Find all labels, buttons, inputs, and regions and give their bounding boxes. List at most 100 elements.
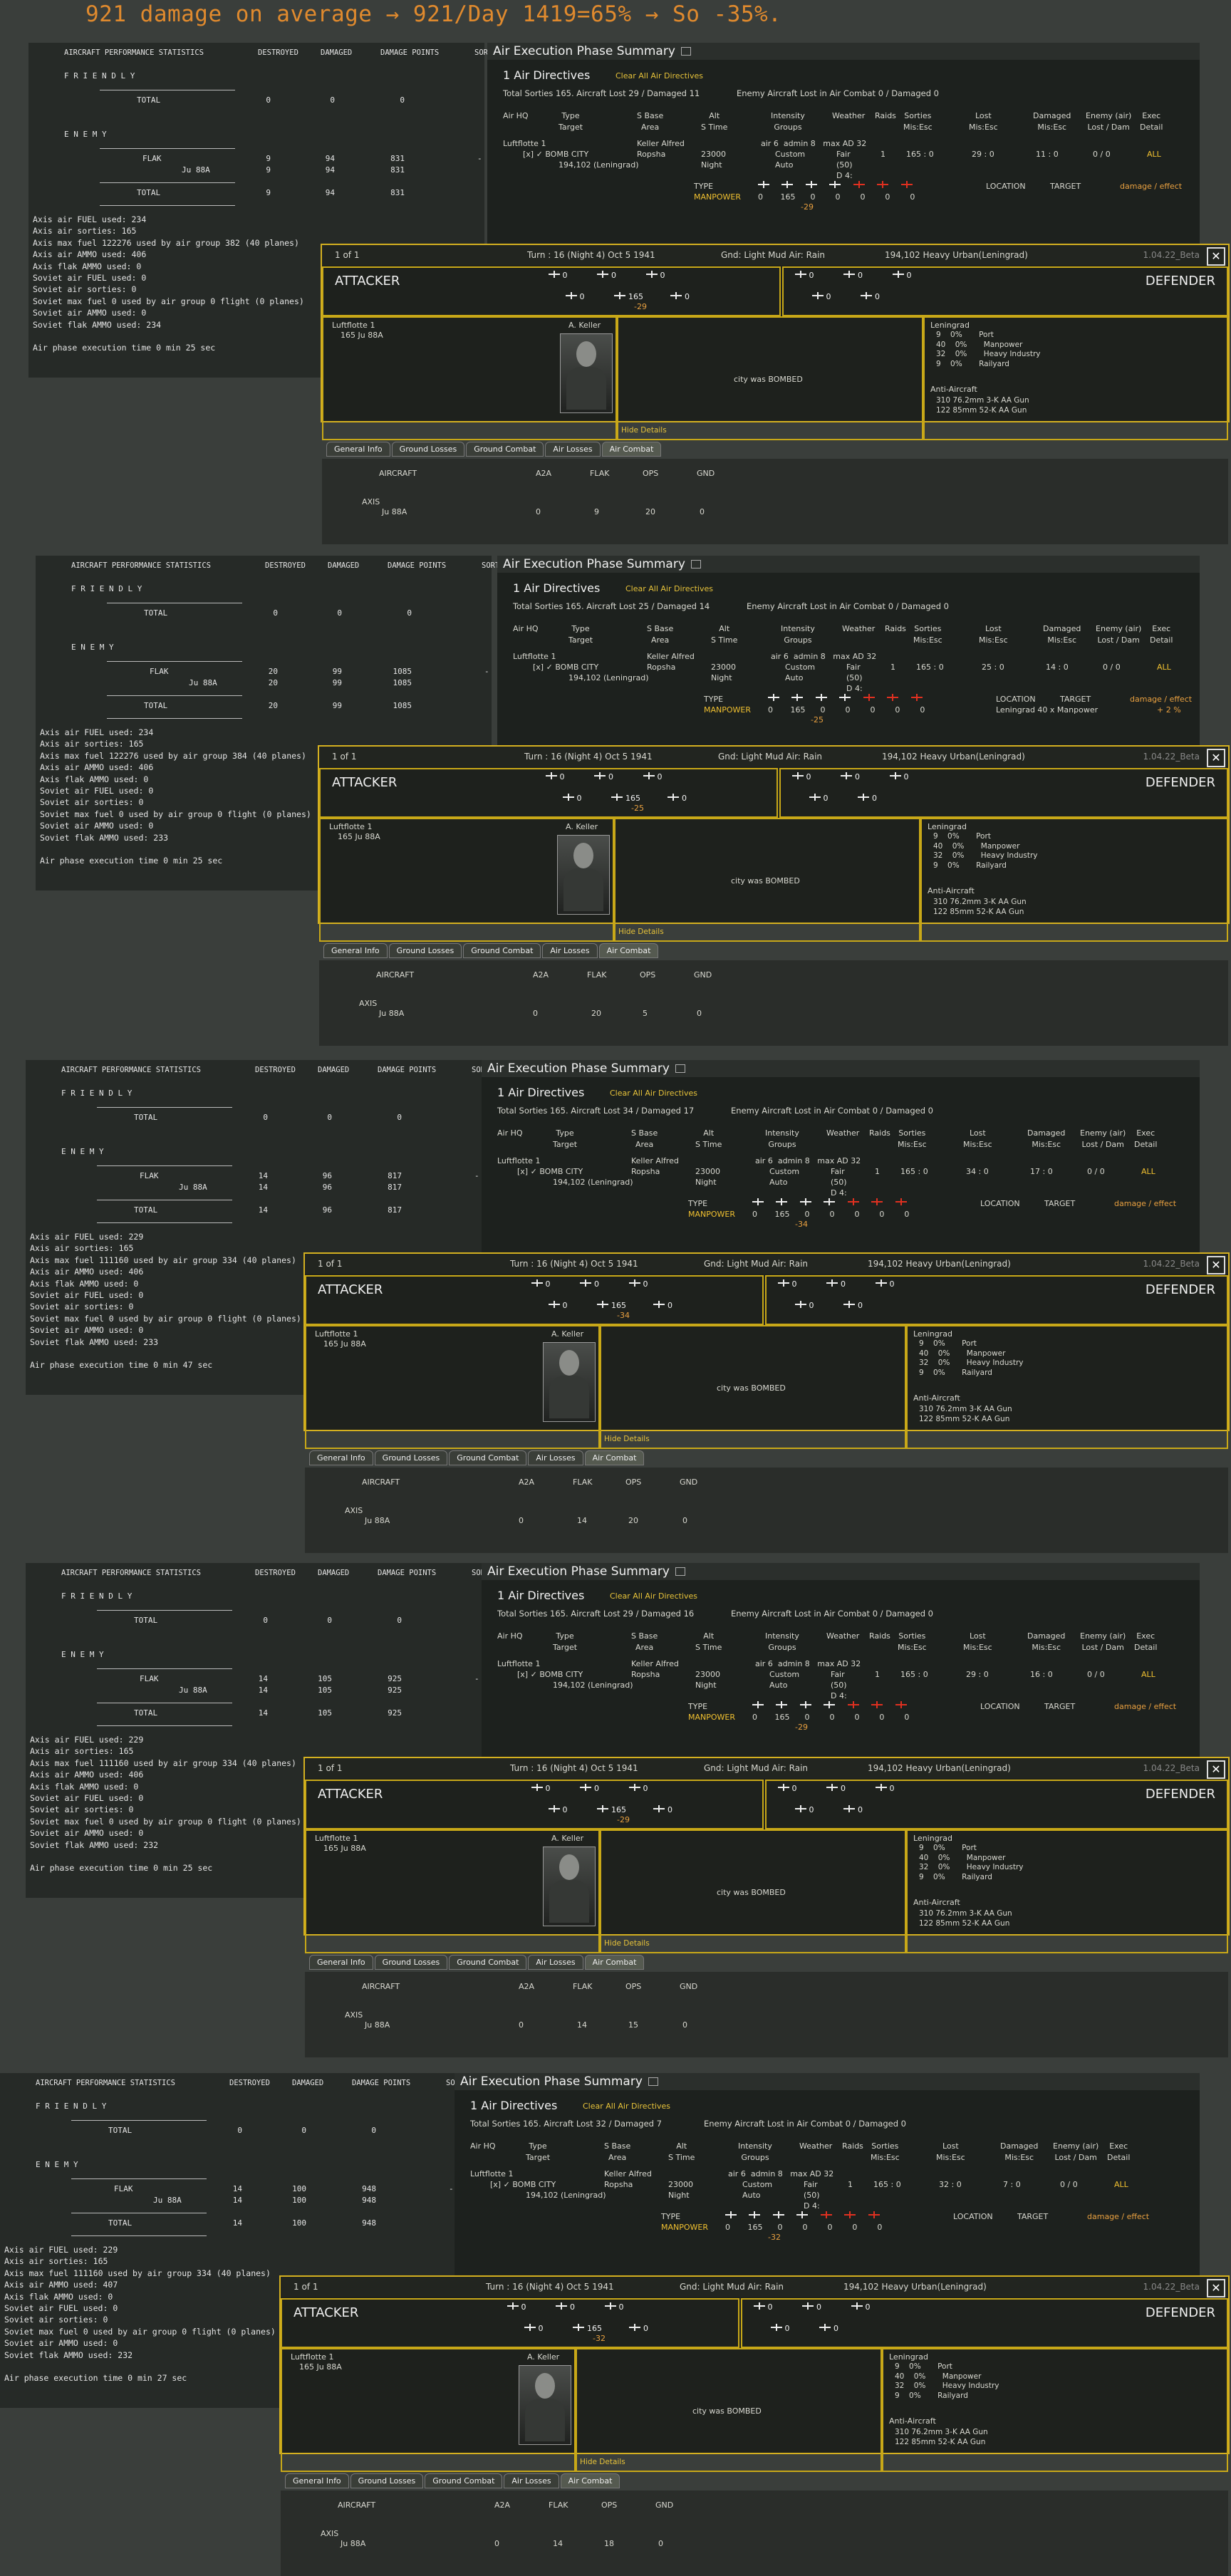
window-icon[interactable] — [675, 1567, 685, 1576]
clear-all-button[interactable]: Clear All Air Directives — [625, 584, 713, 593]
tab-general-info[interactable]: General Info — [326, 442, 390, 457]
bomber-icon — [594, 772, 606, 779]
close-icon[interactable]: ✕ — [1207, 749, 1225, 767]
tab-air-combat[interactable]: Air Combat — [584, 1955, 645, 1970]
enemy-total-damaged: 100 — [292, 2218, 306, 2228]
col-aircraft: AIRCRAFT — [362, 1477, 400, 1487]
tab-general-info[interactable]: General Info — [309, 1450, 373, 1465]
attacker-unit-name[interactable]: Luftflotte 1 — [315, 1329, 358, 1339]
commander-portrait[interactable] — [557, 835, 610, 915]
window-icon[interactable] — [690, 560, 701, 568]
row-base: Ropsha — [637, 150, 666, 159]
attacker-counts: 0 0 0 — [531, 1784, 648, 1793]
col-raids: Raids — [869, 1128, 890, 1138]
row-air-hq[interactable]: Luftflotte 1 — [503, 139, 546, 148]
tab-general-info[interactable]: General Info — [285, 2473, 349, 2488]
tab-air-losses[interactable]: Air Losses — [545, 442, 601, 457]
tab-air-combat[interactable]: Air Combat — [601, 442, 662, 457]
row-exec[interactable]: ALL — [1157, 663, 1171, 672]
col-a2a: A2A — [519, 1477, 535, 1487]
hide-details-button[interactable]: Hide Details — [621, 426, 667, 435]
row-exec[interactable]: ALL — [1141, 1167, 1155, 1176]
attacker-unit-name[interactable]: Luftflotte 1 — [315, 1834, 358, 1843]
tab-ground-losses[interactable]: Ground Losses — [391, 442, 465, 457]
tab-air-losses[interactable]: Air Losses — [528, 1955, 583, 1970]
col-air-hq: Air HQ — [497, 1631, 523, 1641]
row-air-hq[interactable]: Luftflotte 1 — [513, 652, 556, 661]
defender-label: DEFENDER — [1145, 2305, 1215, 2320]
transport-icon — [824, 1701, 836, 1708]
defender-targets-panel: Leningrad 9 0% Port 40 0% Manpower 32 0%… — [905, 1325, 1228, 1449]
row-air-hq[interactable]: Luftflotte 1 — [470, 2169, 513, 2178]
attacker-losses: -25 — [631, 804, 644, 813]
row-exec[interactable]: ALL — [1141, 1670, 1155, 1679]
row-air-hq[interactable]: Luftflotte 1 — [497, 1156, 540, 1165]
commander-portrait[interactable] — [519, 2365, 571, 2445]
commander-portrait[interactable] — [543, 1847, 596, 1926]
enemy-total-label: TOTAL — [137, 188, 161, 197]
row-select[interactable]: [x] ✓ BOMB CITY — [517, 1670, 583, 1679]
tab-air-combat[interactable]: Air Combat — [598, 943, 659, 958]
window-icon[interactable] — [648, 2077, 658, 2086]
log-line: Axis max fuel 111160 used by air group 3… — [30, 1757, 296, 1768]
tab-ground-losses[interactable]: Ground Losses — [388, 943, 462, 958]
tab-general-info[interactable]: General Info — [309, 1955, 373, 1970]
tab-ground-combat[interactable]: Ground Combat — [463, 943, 541, 958]
attacker-unit-name[interactable]: Luftflotte 1 — [329, 822, 372, 831]
tab-ground-losses[interactable]: Ground Losses — [350, 2473, 424, 2488]
row-air-hq[interactable]: Luftflotte 1 — [497, 1659, 540, 1668]
tab-ground-combat[interactable]: Ground Combat — [425, 2473, 503, 2488]
row-select[interactable]: [x] ✓ BOMB CITY — [523, 150, 588, 159]
close-icon[interactable]: ✕ — [1207, 2279, 1225, 2297]
close-icon[interactable]: ✕ — [1207, 1256, 1225, 1274]
window-icon[interactable] — [680, 47, 691, 56]
turn-info: Turn : 16 (Night 4) Oct 5 1941 — [527, 250, 655, 260]
clear-all-button[interactable]: Clear All Air Directives — [610, 1089, 697, 1098]
window-icon[interactable] — [675, 1064, 685, 1073]
tab-air-losses[interactable]: Air Losses — [542, 943, 598, 958]
col-alt-stime: Alt S Time — [711, 624, 738, 645]
enemy-total-label: TOTAL — [134, 1205, 158, 1215]
hide-details-button[interactable]: Hide Details — [604, 1435, 650, 1443]
attacker-unit-name[interactable]: Luftflotte 1 — [291, 2352, 333, 2362]
loss-ops: 20 — [628, 1516, 638, 1525]
bomber-icon — [843, 1301, 856, 1308]
row-select[interactable]: [x] ✓ BOMB CITY — [533, 663, 598, 672]
tab-air-losses[interactable]: Air Losses — [504, 2473, 559, 2488]
flak-label: FLAK — [114, 2184, 133, 2193]
clear-all-button[interactable]: Clear All Air Directives — [610, 1591, 697, 1601]
tab-air-losses[interactable]: Air Losses — [528, 1450, 583, 1465]
commander-portrait[interactable] — [560, 333, 613, 413]
row-hex: 194,102 (Leningrad) — [526, 2191, 606, 2200]
tab-ground-combat[interactable]: Ground Combat — [466, 442, 544, 457]
commander-portrait[interactable] — [543, 1342, 596, 1422]
col-sbase-area: S Base Area — [637, 111, 664, 132]
target-row: 40 0% Manpower — [936, 340, 1023, 349]
bomber-icon — [749, 2211, 761, 2218]
hide-details-button[interactable]: Hide Details — [580, 2458, 625, 2466]
row-select[interactable]: [x] ✓ BOMB CITY — [490, 2180, 556, 2189]
attacker-unit-name[interactable]: Luftflotte 1 — [332, 321, 375, 330]
tab-ground-losses[interactable]: Ground Losses — [374, 1450, 448, 1465]
close-icon[interactable]: ✕ — [1207, 1760, 1225, 1779]
row-select[interactable]: [x] ✓ BOMB CITY — [517, 1167, 583, 1176]
close-icon[interactable]: ✕ — [1207, 247, 1225, 266]
tab-air-combat[interactable]: Air Combat — [560, 2473, 620, 2488]
clear-all-button[interactable]: Clear All Air Directives — [583, 2102, 670, 2111]
clear-all-button[interactable]: Clear All Air Directives — [616, 71, 703, 80]
col-ops: OPS — [643, 469, 659, 478]
flak-destroyed: 20 — [268, 667, 278, 676]
row-exec[interactable]: ALL — [1114, 2180, 1128, 2189]
tab-ground-losses[interactable]: Ground Losses — [374, 1955, 448, 1970]
hide-details-button[interactable]: Hide Details — [604, 1939, 650, 1948]
target-city: Leningrad — [930, 321, 970, 330]
tab-general-info[interactable]: General Info — [323, 943, 388, 958]
tab-ground-combat[interactable]: Ground Combat — [449, 1450, 527, 1465]
hide-details-button[interactable]: Hide Details — [618, 928, 664, 936]
tab-air-combat[interactable]: Air Combat — [584, 1450, 645, 1465]
row-exec[interactable]: ALL — [1147, 150, 1161, 159]
tab-ground-combat[interactable]: Ground Combat — [449, 1955, 527, 1970]
friendly-damaged: 0 — [337, 608, 342, 618]
combat-result: city was BOMBED — [734, 375, 803, 384]
row-commander: Keller Alfred — [604, 2169, 652, 2178]
